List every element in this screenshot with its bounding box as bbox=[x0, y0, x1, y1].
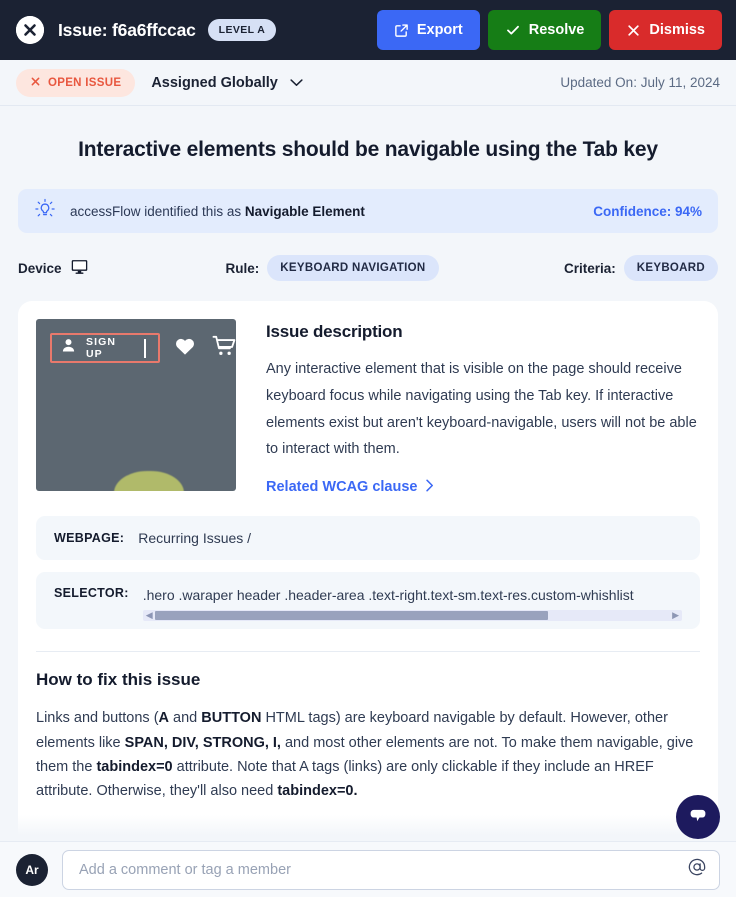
device-meta: Device bbox=[18, 257, 89, 279]
fix-tag-button: BUTTON bbox=[201, 710, 262, 727]
webpage-value: Recurring Issues / bbox=[138, 530, 252, 547]
comment-input[interactable] bbox=[79, 850, 679, 889]
criteria-label: Criteria: bbox=[564, 260, 616, 276]
monitor-icon bbox=[70, 257, 89, 279]
fix-tabindex-1: tabindex=0 bbox=[96, 758, 173, 775]
selector-value-wrapper: .hero .waraper header .header-area .text… bbox=[142, 586, 682, 622]
heart-icon bbox=[174, 336, 196, 361]
fix-text-2: and bbox=[169, 710, 202, 727]
issue-screenshot-thumbnail[interactable]: SIGN UP bbox=[36, 319, 236, 492]
assignment-dropdown[interactable]: Assigned Globally bbox=[151, 75, 303, 91]
top-action-bar: Issue: f6a6ffccac LEVEL A Export Resolve… bbox=[0, 0, 736, 60]
external-link-icon bbox=[394, 23, 409, 38]
fix-text-1: Links and buttons ( bbox=[36, 710, 159, 727]
criteria-meta: Criteria: KEYBOARD bbox=[564, 255, 718, 282]
webpage-label: WEBPAGE: bbox=[54, 531, 125, 546]
comment-input-wrapper[interactable] bbox=[62, 849, 720, 890]
criteria-value-badge: KEYBOARD bbox=[623, 255, 718, 282]
person-icon bbox=[60, 337, 77, 359]
close-icon[interactable] bbox=[16, 16, 44, 44]
shopping-cart-icon bbox=[212, 335, 236, 362]
related-wcag-clause-label: Related WCAG clause bbox=[266, 479, 418, 496]
issue-detail-card: SIGN UP Issue description Any interactiv… bbox=[18, 301, 718, 841]
issue-content-scroll[interactable]: Interactive elements should be navigable… bbox=[0, 106, 736, 841]
webpage-info-row: WEBPAGE: Recurring Issues / bbox=[36, 516, 700, 561]
resolve-button-label: Resolve bbox=[528, 22, 585, 38]
scrollbar-thumb[interactable] bbox=[154, 611, 549, 621]
chevron-down-icon bbox=[290, 75, 303, 91]
topbar-actions: Export Resolve Dismiss bbox=[376, 10, 722, 50]
fix-heading: How to fix this issue bbox=[36, 670, 201, 690]
rule-value-badge: KEYBOARD NAVIGATION bbox=[267, 255, 439, 282]
selector-label: SELECTOR: bbox=[54, 586, 129, 601]
related-wcag-clause-link[interactable]: Related WCAG clause bbox=[266, 479, 434, 496]
status-badge[interactable]: OPEN ISSUE bbox=[16, 68, 136, 97]
dismiss-button[interactable]: Dismiss bbox=[609, 10, 722, 50]
export-button-label: Export bbox=[416, 22, 463, 38]
fix-body: Links and buttons (A and BUTTON HTML tag… bbox=[36, 706, 700, 803]
card-top-section: SIGN UP Issue description Any interactiv… bbox=[36, 319, 700, 496]
description-body: Any interactive element that is visible … bbox=[266, 361, 697, 458]
signup-label: SIGN UP bbox=[86, 336, 117, 361]
page-title: Issue: f6a6ffccac bbox=[58, 19, 196, 40]
device-label: Device bbox=[18, 260, 62, 276]
thumbnail-header-row: SIGN UP bbox=[50, 333, 236, 364]
thumbnail-divider bbox=[144, 338, 146, 358]
issue-headline: Interactive elements should be navigable… bbox=[78, 138, 658, 161]
section-divider bbox=[36, 651, 700, 653]
scroll-left-arrow-icon[interactable]: ◀ bbox=[146, 611, 153, 620]
lightbulb-icon bbox=[34, 198, 56, 225]
fix-tabindex-2: tabindex=0. bbox=[277, 783, 358, 800]
ai-confidence: Confidence: 94% bbox=[593, 203, 702, 219]
issue-description-block: Issue description Any interactive elemen… bbox=[266, 319, 700, 496]
thumbnail-decorative-shape bbox=[114, 471, 184, 492]
x-icon bbox=[30, 76, 41, 90]
issue-meta-row: Device Rule: KEYBOARD NAVIGATION Criteri… bbox=[0, 233, 736, 282]
chevron-right-icon bbox=[425, 479, 434, 496]
selector-value: .hero .waraper header .header-area .text… bbox=[142, 587, 634, 604]
ai-banner-prefix: accessFlow identified this as bbox=[70, 203, 245, 219]
selector-horizontal-scrollbar[interactable]: ◀ ▶ bbox=[142, 610, 682, 622]
check-icon bbox=[505, 22, 521, 38]
fix-tags-list: SPAN, DIV, STRONG, I, bbox=[124, 734, 281, 751]
rule-label: Rule: bbox=[225, 260, 260, 276]
scroll-right-arrow-icon[interactable]: ▶ bbox=[672, 611, 679, 620]
description-heading: Issue description bbox=[266, 322, 403, 342]
ai-identification-banner: accessFlow identified this as Navigable … bbox=[18, 189, 718, 234]
dismiss-button-label: Dismiss bbox=[649, 22, 705, 38]
avatar[interactable]: Ar bbox=[16, 853, 48, 886]
chat-support-button[interactable] bbox=[676, 795, 720, 839]
highlighted-signup-element: SIGN UP bbox=[50, 333, 160, 364]
at-icon[interactable] bbox=[687, 857, 707, 882]
level-badge: LEVEL A bbox=[207, 19, 277, 41]
x-icon bbox=[626, 23, 641, 38]
issue-status-bar: OPEN ISSUE Assigned Globally Updated On:… bbox=[0, 60, 736, 106]
comment-bar: Ar bbox=[0, 841, 736, 897]
ai-banner-text: accessFlow identified this as Navigable … bbox=[70, 204, 365, 219]
chat-bubble-icon bbox=[686, 803, 710, 832]
fix-tag-a: A bbox=[158, 710, 170, 727]
resolve-button[interactable]: Resolve bbox=[487, 10, 602, 50]
export-button[interactable]: Export bbox=[376, 10, 480, 50]
selector-info-row: SELECTOR: .hero .waraper header .header-… bbox=[36, 572, 700, 630]
rule-meta: Rule: KEYBOARD NAVIGATION bbox=[225, 255, 439, 282]
assignment-dropdown-label: Assigned Globally bbox=[151, 74, 278, 91]
status-badge-label: OPEN ISSUE bbox=[48, 76, 122, 89]
issue-detail-panel: Issue: f6a6ffccac LEVEL A Export Resolve… bbox=[0, 0, 736, 897]
updated-timestamp: Updated On: July 11, 2024 bbox=[560, 75, 720, 90]
ai-banner-category: Navigable Element bbox=[244, 203, 365, 219]
